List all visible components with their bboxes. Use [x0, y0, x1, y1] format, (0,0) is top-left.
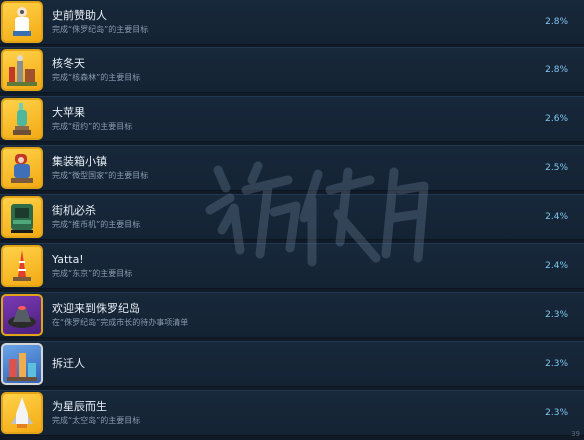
- achievement-title: 拆迁人: [52, 357, 85, 370]
- corner-label: 39: [571, 430, 580, 438]
- achievement-description: 完成“纽约”的主要目标: [52, 122, 133, 131]
- scientist-figure-icon: [1, 1, 43, 43]
- achievement-title: 欢迎来到侏罗纪岛: [52, 302, 140, 315]
- factory-island-icon: [1, 49, 43, 91]
- achievement-percentage: 2.8%: [545, 17, 568, 27]
- achievement-row[interactable]: 集装箱小镇 完成“微型国家”的主要目标 2.5%: [0, 145, 584, 191]
- achievement-percentage: 2.4%: [545, 212, 568, 222]
- town-figure-icon: [1, 147, 43, 189]
- achievement-title: 大苹果: [52, 106, 85, 119]
- achievement-description: 完成“推币机”的主要目标: [52, 220, 141, 229]
- achievement-percentage: 2.8%: [545, 65, 568, 75]
- achievement-description: 完成“核森林”的主要目标: [52, 73, 141, 82]
- achievement-row[interactable]: 街机必杀 完成“推币机”的主要目标 2.4%: [0, 194, 584, 240]
- demolished-city-icon: [1, 343, 43, 385]
- achievement-row[interactable]: 大苹果 完成“纽约”的主要目标 2.6%: [0, 96, 584, 142]
- space-shuttle-icon: [1, 392, 43, 434]
- arcade-machine-icon: [1, 196, 43, 238]
- achievement-row[interactable]: 核冬天 完成“核森林”的主要目标 2.8%: [0, 47, 584, 93]
- achievement-row[interactable]: 史前赞助人 完成“侏罗纪岛”的主要目标 2.8%: [0, 0, 584, 45]
- achievement-row[interactable]: Yatta! 完成“东京”的主要目标 2.4%: [0, 243, 584, 289]
- achievement-title: 街机必杀: [52, 204, 96, 217]
- achievement-percentage: 2.6%: [545, 114, 568, 124]
- achievement-percentage: 2.4%: [545, 261, 568, 271]
- achievement-title: 史前赞助人: [52, 9, 107, 22]
- achievement-title: Yatta!: [52, 253, 84, 266]
- achievement-description: 完成“微型国家”的主要目标: [52, 171, 149, 180]
- achievement-description: 在“侏罗纪岛”完成市长的待办事项清单: [52, 318, 189, 327]
- tokyo-tower-icon: [1, 245, 43, 287]
- achievement-row[interactable]: 拆迁人 2.3%: [0, 341, 584, 387]
- achievement-percentage: 2.3%: [545, 408, 568, 418]
- achievement-row[interactable]: 为星辰而生 完成“太空岛”的主要目标 2.3%: [0, 390, 584, 436]
- achievement-description: 完成“太空岛”的主要目标: [52, 416, 141, 425]
- achievement-title: 为星辰而生: [52, 400, 107, 413]
- volcano-base-icon: [1, 294, 43, 336]
- achievement-description: 完成“侏罗纪岛”的主要目标: [52, 25, 149, 34]
- achievement-description: 完成“东京”的主要目标: [52, 269, 133, 278]
- achievement-title: 集装箱小镇: [52, 155, 107, 168]
- statue-of-liberty-icon: [1, 98, 43, 140]
- achievement-title: 核冬天: [52, 57, 85, 70]
- achievement-percentage: 2.3%: [545, 359, 568, 369]
- achievement-list: 史前赞助人 完成“侏罗纪岛”的主要目标 2.8% 核冬天 完成“核森林”的主要目…: [0, 0, 584, 440]
- achievement-percentage: 2.3%: [545, 310, 568, 320]
- achievement-percentage: 2.5%: [545, 163, 568, 173]
- achievement-row[interactable]: 欢迎来到侏罗纪岛 在“侏罗纪岛”完成市长的待办事项清单 2.3%: [0, 292, 584, 338]
